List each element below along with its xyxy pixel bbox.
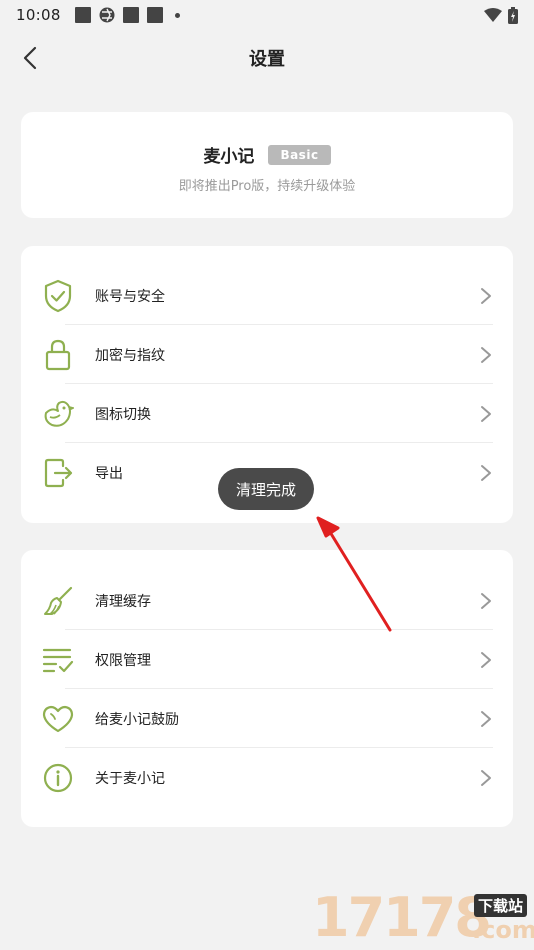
watermark-domain: .com (472, 916, 534, 944)
watermark-logo: 17178 下载站 .com (312, 888, 534, 948)
watermark-number: 17178 (312, 886, 492, 949)
watermark-tag: 下载站 (474, 894, 528, 917)
annotation-arrow (316, 516, 392, 632)
